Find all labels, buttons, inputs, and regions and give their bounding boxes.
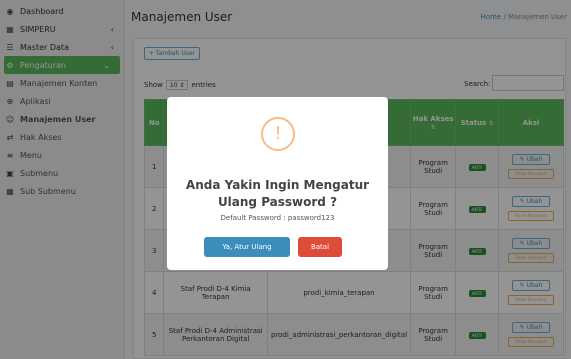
cancel-button[interactable]: Batal <box>298 237 342 257</box>
confirm-dialog: ! Anda Yakin Ingin Mengatur Ulang Passwo… <box>167 97 388 271</box>
dialog-message: Default Password : password123 <box>220 214 335 222</box>
dialog-title: Anda Yakin Ingin Mengatur Ulang Password… <box>185 178 370 209</box>
confirm-reset-button[interactable]: Ya, Atur Ulang Password! <box>204 237 290 271</box>
warning-icon: ! <box>261 117 295 151</box>
